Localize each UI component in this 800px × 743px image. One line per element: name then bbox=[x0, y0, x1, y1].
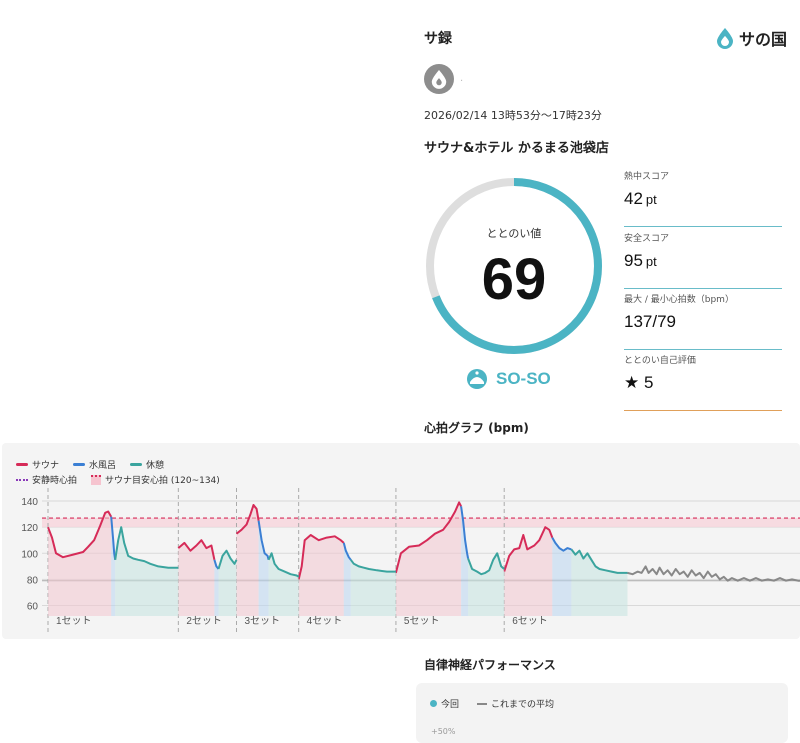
score-unit: pt bbox=[646, 192, 657, 207]
heart-rate-chart: 140 120 100 80 60 1セット 2セット 3セット 4セット 5セット 6セット bbox=[2, 488, 800, 634]
y-tick-label: 120 bbox=[21, 523, 38, 534]
set-label: 4セット bbox=[307, 615, 343, 627]
series-area bbox=[351, 560, 396, 616]
autonomic-panel bbox=[416, 683, 788, 743]
legend-today: 今回 bbox=[430, 697, 459, 710]
brand-name: サの国 bbox=[739, 26, 787, 50]
series-area bbox=[178, 540, 214, 616]
water-drop-icon bbox=[715, 27, 735, 49]
chart-legend: サウナ 水風呂 休憩 bbox=[16, 458, 164, 471]
legend-label: 水風呂 bbox=[89, 458, 116, 471]
legend-label: 安静時心拍 bbox=[32, 473, 77, 486]
mood-indicator: SO-SO bbox=[466, 368, 551, 390]
set-label: 2セット bbox=[186, 615, 222, 627]
series-area bbox=[571, 549, 627, 616]
score-label: ととのい自己評価 bbox=[624, 353, 782, 366]
avatar[interactable] bbox=[424, 64, 454, 94]
legend-mizuburo: 水風呂 bbox=[73, 458, 116, 471]
set-label: 5セット bbox=[404, 615, 440, 627]
series-area bbox=[269, 553, 299, 616]
set-label: 3セット bbox=[245, 615, 281, 627]
y-tick-label: 140 bbox=[21, 497, 38, 508]
legend-rest: 休憩 bbox=[130, 458, 164, 471]
legend-label: これまでの平均 bbox=[491, 697, 554, 710]
y-tick-label: 100 bbox=[21, 549, 38, 560]
target-band bbox=[42, 518, 800, 527]
score-label: 最大 / 最小心拍数（bpm） bbox=[624, 292, 782, 305]
session-datetime: 2026/02/14 13時53分～17時23分 bbox=[424, 107, 602, 123]
score-underline bbox=[624, 349, 782, 351]
series-area bbox=[299, 535, 344, 616]
sauna-hat-icon bbox=[466, 368, 488, 390]
score-label: 熱中スコア bbox=[624, 169, 782, 182]
totonoi-label: ととのい値 bbox=[424, 225, 604, 241]
set-label: 1セット bbox=[56, 615, 92, 627]
brand-logo[interactable]: サの国 bbox=[715, 26, 787, 50]
app-title: サ録 bbox=[424, 28, 452, 48]
legend-label: サウナ目安心拍 (120~134) bbox=[105, 473, 220, 486]
username: · bbox=[460, 76, 463, 87]
totonoi-value: 69 bbox=[424, 246, 604, 313]
facility-name[interactable]: サウナ&ホテル かるまる池袋店 bbox=[424, 137, 609, 156]
legend-resting-hr: 安静時心拍 bbox=[16, 473, 77, 486]
legend-label: 休憩 bbox=[146, 458, 164, 471]
score-underline bbox=[624, 226, 782, 228]
set-label: 6セット bbox=[512, 615, 548, 627]
score-label: 安全スコア bbox=[624, 231, 782, 244]
legend-target-band: サウナ目安心拍 (120~134) bbox=[91, 473, 220, 486]
series-line bbox=[628, 566, 800, 580]
legend-label: 今回 bbox=[441, 697, 459, 710]
score-value: 95 bbox=[624, 251, 643, 270]
mood-label: SO-SO bbox=[496, 369, 551, 389]
series-area bbox=[504, 527, 552, 616]
self-rating[interactable]: ととのい自己評価 ★ 5 bbox=[624, 353, 782, 411]
water-drop-icon bbox=[430, 69, 448, 89]
score-underline bbox=[624, 288, 782, 290]
series-area bbox=[468, 553, 504, 616]
graph-title: 心拍グラフ (bpm) bbox=[424, 419, 529, 436]
y-tick-label: 80 bbox=[27, 575, 39, 586]
score-value: 137/79 bbox=[624, 312, 676, 331]
legend-sauna: サウナ bbox=[16, 458, 59, 471]
score-unit: pt bbox=[646, 254, 657, 269]
autonomic-title: 自律神経パフォーマンス bbox=[424, 656, 556, 673]
legend-label: サウナ bbox=[32, 458, 59, 471]
heart-rate-range: 最大 / 最小心拍数（bpm） 137/79 bbox=[624, 292, 782, 350]
chart-legend-2: 安静時心拍 サウナ目安心拍 (120~134) bbox=[16, 473, 220, 486]
heat-score: 熱中スコア 42pt bbox=[624, 169, 782, 227]
safety-score: 安全スコア 95pt bbox=[624, 231, 782, 289]
legend-average: これまでの平均 bbox=[477, 697, 554, 710]
score-value: 42 bbox=[624, 189, 643, 208]
y-tick-label: 60 bbox=[27, 602, 39, 613]
score-value: ★ 5 bbox=[624, 373, 653, 392]
autonomic-axis-label: +50% bbox=[431, 727, 455, 736]
score-underline bbox=[624, 410, 782, 412]
autonomic-legend: 今回 これまでの平均 bbox=[430, 697, 554, 710]
